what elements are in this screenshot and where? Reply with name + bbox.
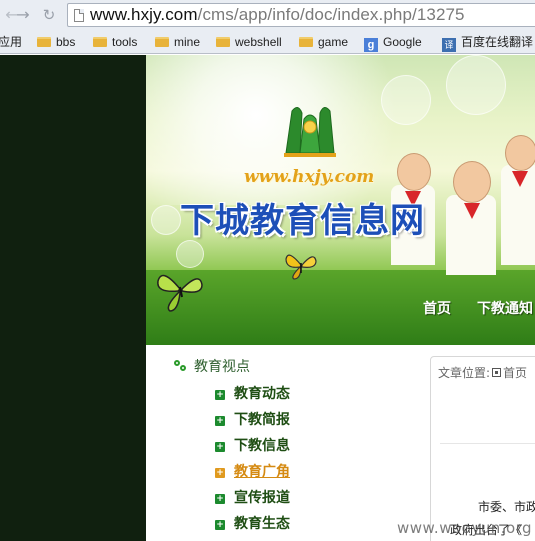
breadcrumb-home-link[interactable]: 首页	[503, 366, 527, 380]
reload-icon[interactable]: ↻	[40, 6, 58, 24]
forward-arrow-icon[interactable]: →	[14, 6, 32, 24]
bookmark-label: Google	[383, 35, 422, 49]
plus-icon: +	[215, 494, 225, 504]
folder-icon	[299, 37, 313, 47]
bookmark-tools[interactable]: tools	[93, 33, 137, 51]
sidebar-item-information[interactable]: + 下教信息	[215, 435, 290, 455]
plus-icon: +	[215, 416, 225, 426]
bookmark-label: tools	[112, 35, 138, 49]
bubble-decoration	[446, 55, 506, 115]
bookmark-label: 百度在线翻译	[461, 35, 534, 49]
translate-icon: 译	[442, 38, 456, 52]
bubble-decoration	[151, 205, 181, 235]
bookmark-label: 应用	[0, 35, 23, 49]
bookmark-label: game	[318, 35, 349, 49]
breadcrumb-label: 文章位置:	[438, 366, 491, 380]
bubble-decoration	[381, 75, 431, 125]
url-text[interactable]: www.hxjy.com/cms/app/info/doc/index.php/…	[90, 5, 465, 25]
site-domain: www.hxjy.com	[244, 167, 375, 187]
section-title-text: 教育视点	[194, 359, 250, 375]
folder-icon	[37, 37, 51, 47]
bookmark-label: mine	[174, 35, 201, 49]
home-icon	[492, 368, 502, 377]
page-left-background	[0, 55, 146, 541]
site-logo-icon	[284, 107, 336, 157]
bookmarks-bar: 应用 bbs tools mine webshell game g Google …	[0, 31, 535, 53]
top-navigation: 首页 下教通知	[423, 298, 535, 322]
folder-icon	[93, 37, 107, 47]
sidebar-item-label: 宣传报道	[234, 490, 290, 506]
sidebar-item-label: 下教简报	[234, 412, 290, 428]
sidebar-item-education-news[interactable]: + 教育动态	[215, 383, 290, 403]
bookmark-mine[interactable]: mine	[155, 33, 200, 51]
bookmark-webshell[interactable]: webshell	[216, 33, 282, 51]
url-host: www.hxjy.com	[90, 5, 198, 24]
url-path: /cms/app/info/doc/index.php/13275	[197, 5, 465, 24]
sidebar-item-publicity[interactable]: + 宣传报道	[215, 487, 290, 507]
sidebar-item-briefing[interactable]: + 下教简报	[215, 409, 290, 429]
bookmark-bbs[interactable]: bbs	[37, 33, 75, 51]
bookmark-apps[interactable]: 应用	[0, 33, 22, 51]
article-text: 市委、市政	[478, 500, 535, 514]
sidebar-item-wide-angle[interactable]: + 教育广角	[215, 461, 290, 481]
sidebar-section-title: 教育视点	[174, 356, 250, 376]
folder-icon	[216, 37, 230, 47]
breadcrumb: 文章位置: 首页	[438, 364, 527, 381]
sidebar-item-label: 教育广角	[234, 464, 290, 480]
watermark: www.wooyun.org	[397, 519, 533, 537]
sidebar-item-label: 教育生态	[234, 516, 290, 532]
bubble-decoration	[176, 240, 204, 268]
plus-icon: +	[215, 390, 225, 400]
butterfly-icon	[157, 274, 203, 312]
google-icon: g	[364, 38, 378, 52]
plus-icon: +	[215, 468, 225, 478]
section-dots-icon	[174, 360, 188, 372]
address-bar[interactable]: www.hxjy.com/cms/app/info/doc/index.php/…	[67, 3, 535, 27]
plus-icon: +	[215, 442, 225, 452]
bookmark-google[interactable]: g Google	[364, 33, 422, 52]
sidebar-item-ecology[interactable]: + 教育生态	[215, 513, 290, 533]
site-title: 下城教育信息网	[180, 201, 425, 241]
browser-toolbar: ← → ↻ www.hxjy.com/cms/app/info/doc/inde…	[0, 0, 535, 54]
sidebar-item-label: 下教信息	[234, 438, 290, 454]
bookmark-translate[interactable]: 译百度在线翻译	[442, 33, 534, 52]
bookmark-label: bbs	[56, 35, 76, 49]
folder-icon	[155, 37, 169, 47]
butterfly-icon	[285, 254, 317, 280]
nav-notices[interactable]: 下教通知	[477, 301, 533, 317]
bookmark-label: webshell	[235, 35, 282, 49]
page-icon	[74, 9, 84, 22]
nav-home[interactable]: 首页	[423, 301, 451, 317]
sidebar-item-label: 教育动态	[234, 386, 290, 402]
bookmark-game[interactable]: game	[299, 33, 348, 51]
divider	[440, 443, 535, 444]
plus-icon: +	[215, 520, 225, 530]
